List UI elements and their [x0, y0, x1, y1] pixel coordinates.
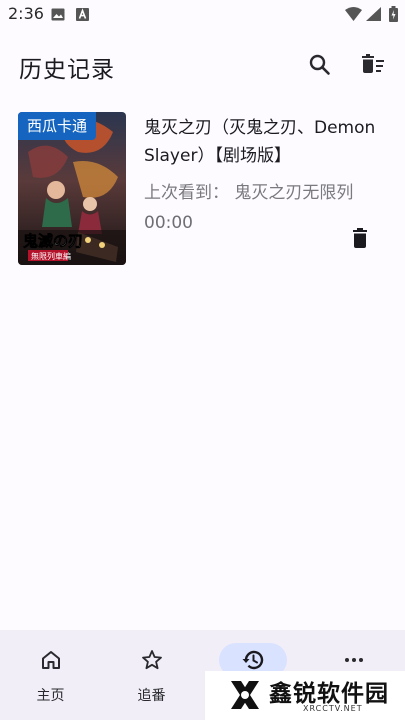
- anime-title: 鬼灭之刃（灭鬼之刃、Demon Slayer）【剧场版】: [144, 118, 376, 166]
- star-icon: [141, 650, 162, 670]
- trash-icon: [353, 228, 367, 248]
- app-bar: 历史记录: [0, 38, 405, 94]
- watermark-logo-icon: [231, 681, 259, 709]
- history-icon: [242, 650, 263, 670]
- nav-label-home: 主页: [36, 688, 65, 704]
- poster-subtitle-text: 無限列車編: [31, 251, 71, 261]
- battery-icon: [389, 6, 398, 22]
- history-list-item[interactable]: 鬼滅の刃 無限列車編 西瓜卡通 鬼灭之刃（灭鬼之刃、Demon Slayer）【…: [0, 112, 405, 267]
- clear-history-icon: [362, 54, 384, 73]
- app-notification-icon: [76, 8, 89, 21]
- nav-label-following: 追番: [137, 688, 166, 704]
- poster-title-text: 鬼滅の刃: [23, 232, 83, 250]
- anime-poster: 鬼滅の刃 無限列車編 西瓜卡通: [18, 112, 126, 265]
- last-watched-text: 上次看到： 鬼灭之刃无限列: [144, 183, 354, 203]
- clear-history-button[interactable]: [359, 50, 389, 80]
- watch-position-time: 00:00: [144, 213, 193, 233]
- wifi-icon: [345, 7, 362, 21]
- home-icon: [41, 651, 60, 669]
- image-notification-icon: [51, 8, 65, 21]
- watermark-subtext: XRCCTV.NET: [303, 704, 363, 713]
- search-button[interactable]: [305, 50, 335, 80]
- source-badge: 西瓜卡通: [18, 112, 97, 140]
- status-bar: 2:36: [0, 0, 405, 30]
- site-watermark: 鑫锐软件园 XRCCTV.NET: [205, 671, 405, 720]
- nav-item-following[interactable]: 追番: [101, 630, 202, 720]
- watermark-text: 鑫锐软件园: [269, 681, 389, 707]
- search-icon: [309, 54, 330, 75]
- signal-icon: [366, 7, 381, 21]
- delete-history-button[interactable]: [348, 226, 372, 250]
- nav-item-home[interactable]: 主页: [0, 630, 101, 720]
- page-title: 历史记录: [19, 57, 115, 83]
- more-icon: [344, 658, 363, 662]
- status-time: 2:36: [8, 4, 44, 23]
